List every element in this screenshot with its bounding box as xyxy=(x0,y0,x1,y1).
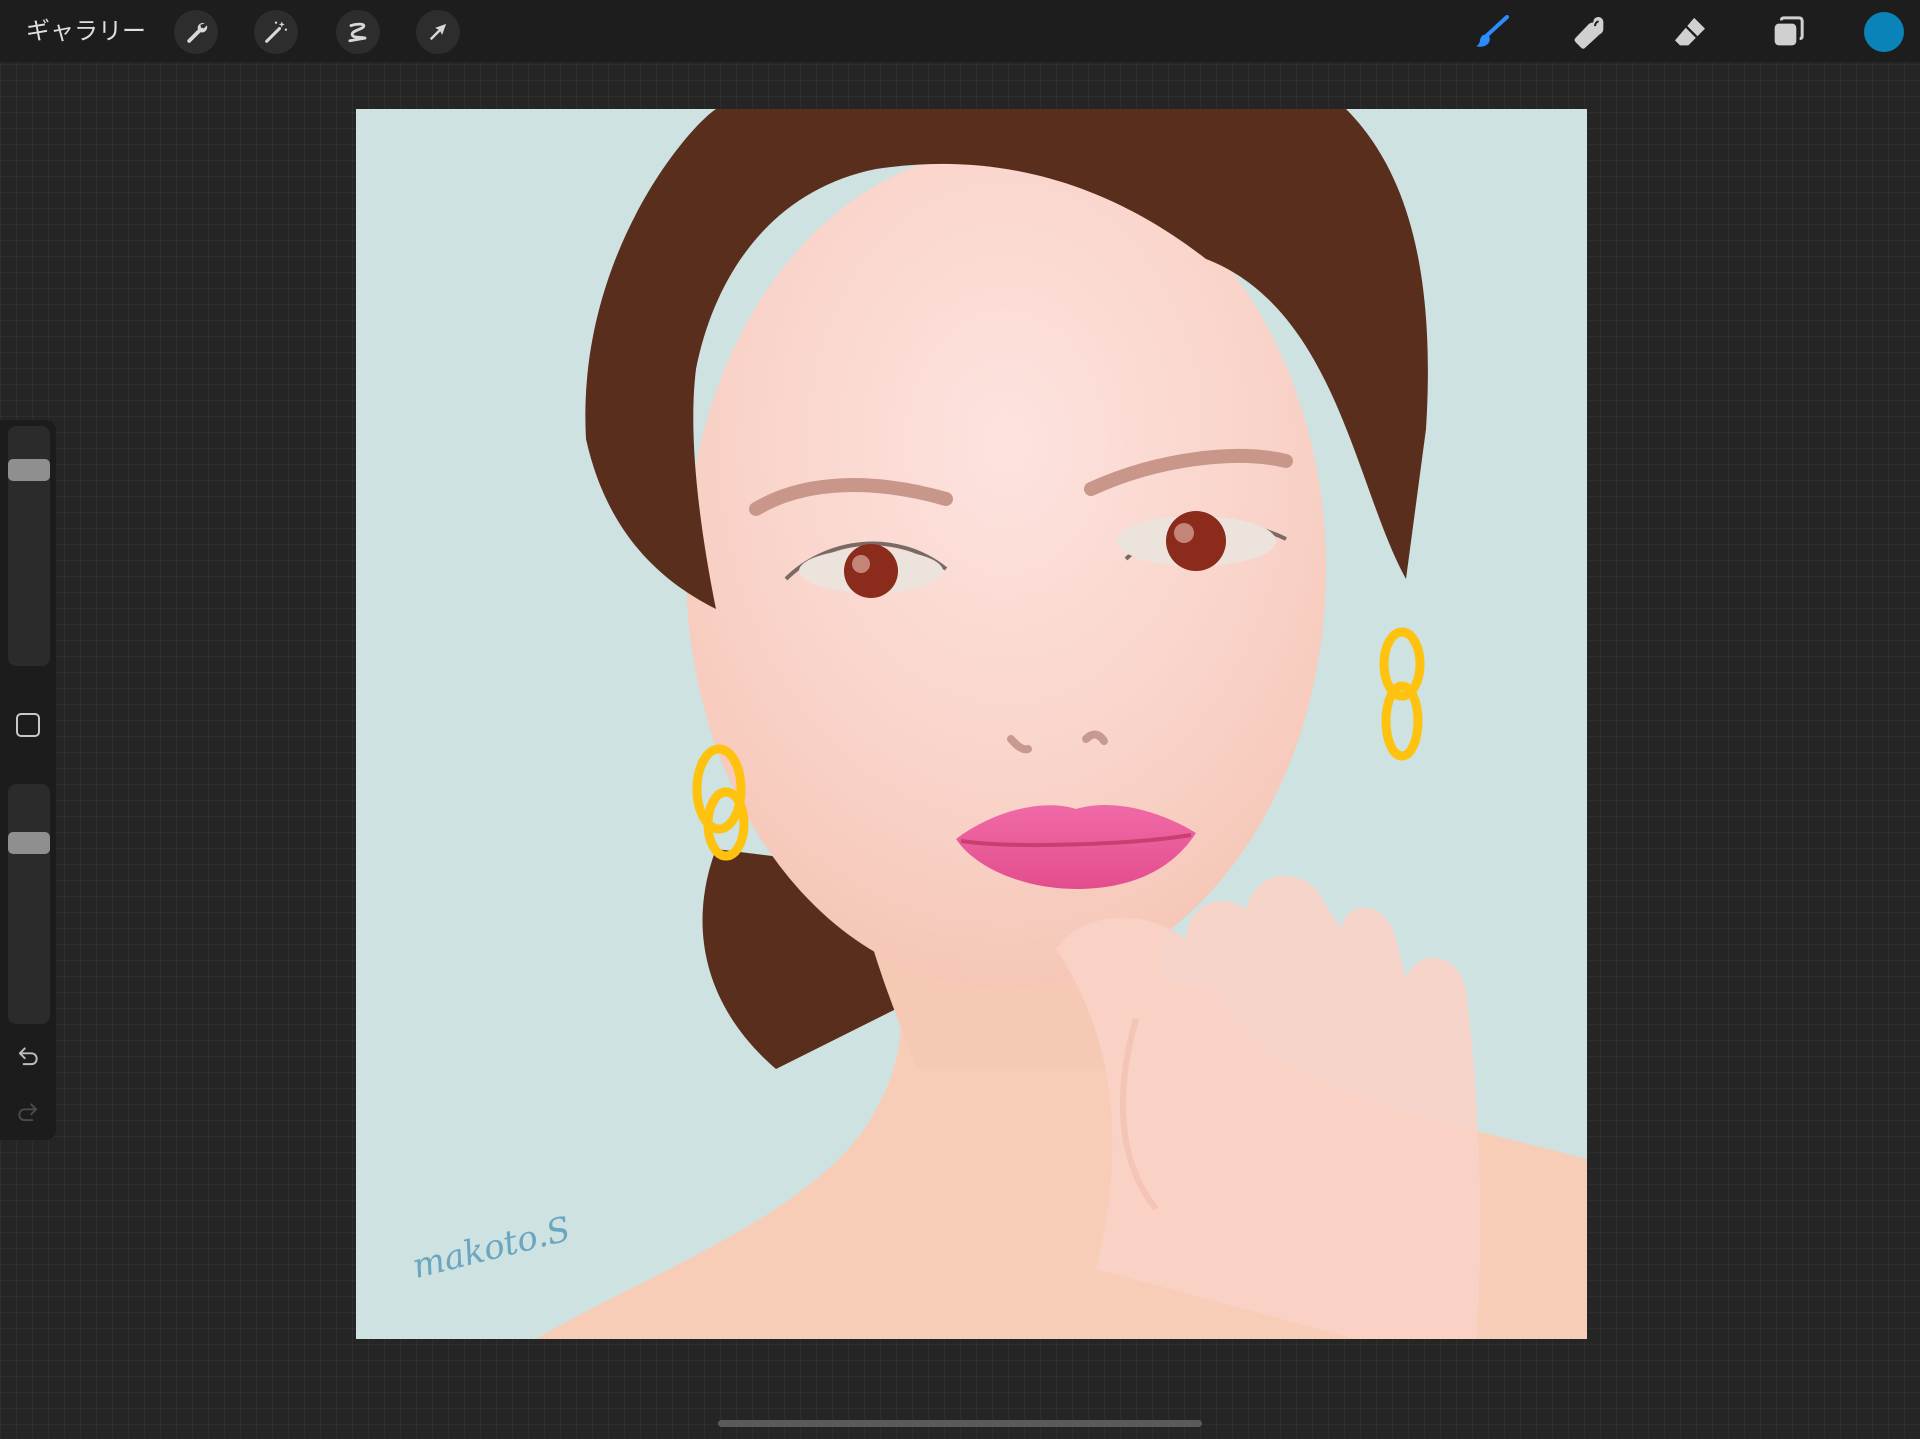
layers-icon xyxy=(1774,16,1804,46)
eraser-tool-button[interactable] xyxy=(1668,10,1712,54)
layers-button[interactable] xyxy=(1766,10,1810,54)
actions-button[interactable] xyxy=(174,10,218,54)
undo-icon xyxy=(18,1047,38,1066)
paint-tool-button[interactable] xyxy=(1470,10,1514,54)
wrench-icon xyxy=(187,22,208,43)
redo-button[interactable] xyxy=(12,1096,44,1128)
gallery-button[interactable]: ギャラリー xyxy=(26,14,146,48)
selection-button[interactable] xyxy=(336,10,380,54)
selection-s-icon xyxy=(348,22,367,43)
brush-size-slider[interactable] xyxy=(8,426,50,666)
magic-wand-icon xyxy=(265,21,288,43)
top-toolbar: ギャラリー xyxy=(0,0,1920,62)
modify-button[interactable] xyxy=(16,713,40,737)
undo-button[interactable] xyxy=(12,1040,44,1072)
transform-button[interactable] xyxy=(416,10,460,54)
redo-icon xyxy=(18,1103,38,1122)
adjustments-button[interactable] xyxy=(254,10,298,54)
left-eye-highlight xyxy=(852,555,870,573)
arrow-cursor-icon xyxy=(429,23,447,41)
drawing-canvas[interactable]: makoto.S xyxy=(356,109,1587,1339)
right-eye-highlight xyxy=(1174,523,1194,543)
home-indicator[interactable] xyxy=(718,1420,1202,1427)
right-iris xyxy=(1166,511,1226,571)
smudge-tool-button[interactable] xyxy=(1568,10,1612,54)
smudge-finger-icon xyxy=(1574,17,1604,49)
opacity-slider[interactable] xyxy=(8,784,50,1024)
portrait-artwork xyxy=(356,109,1587,1339)
opacity-thumb[interactable] xyxy=(8,832,50,854)
eraser-icon xyxy=(1675,17,1705,46)
brush-icon xyxy=(1476,15,1509,47)
brush-size-thumb[interactable] xyxy=(8,459,50,481)
color-picker-button[interactable] xyxy=(1864,12,1904,52)
left-sidebar xyxy=(0,420,56,1140)
left-iris xyxy=(844,544,898,598)
